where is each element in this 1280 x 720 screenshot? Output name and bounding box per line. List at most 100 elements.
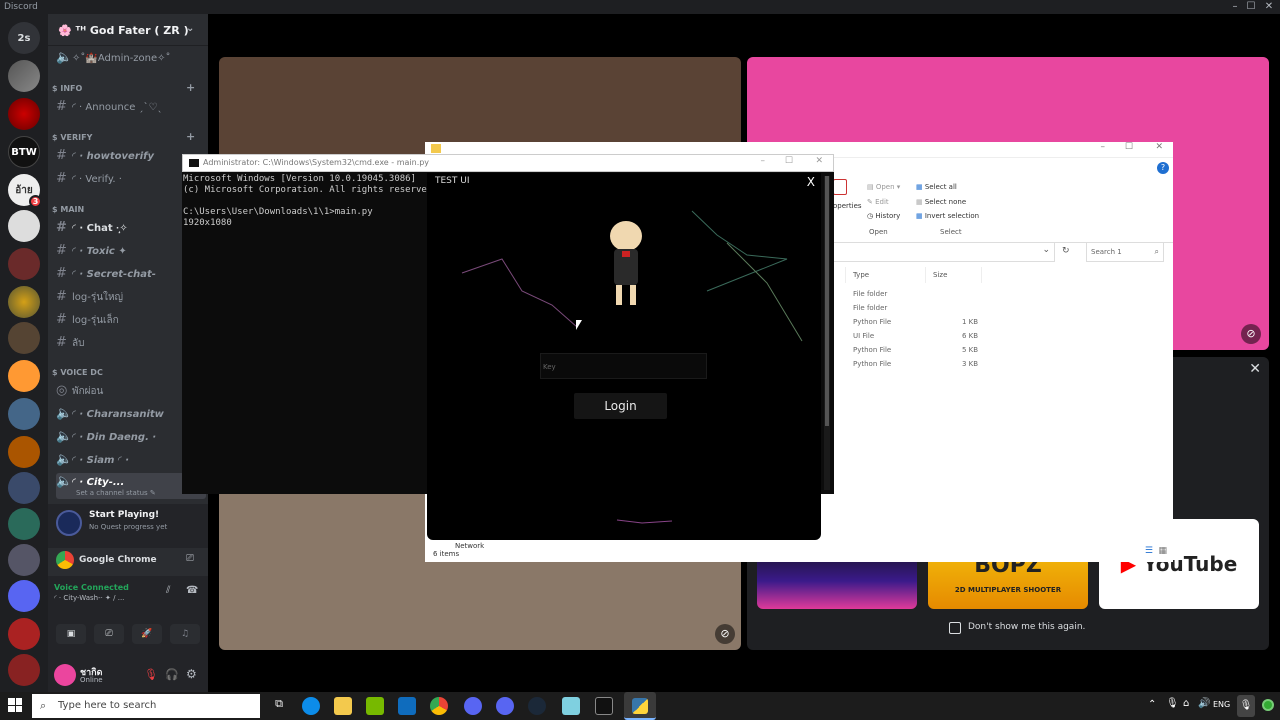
minimize-icon[interactable]: – <box>761 156 766 166</box>
microphone-icon[interactable]: 🎙 <box>1166 698 1179 709</box>
notification-icon[interactable] <box>1262 699 1274 711</box>
server-icon[interactable] <box>8 654 40 686</box>
volume-icon[interactable]: 🔊 <box>1198 698 1210 709</box>
discord-icon[interactable] <box>464 697 482 715</box>
invert-selection-button[interactable]: ▦ Invert selection <box>916 212 979 220</box>
category-info[interactable]: $ INFO + <box>52 81 195 94</box>
tiles-view-icon[interactable]: ▦ <box>1158 546 1167 556</box>
discord-icon[interactable] <box>496 697 514 715</box>
maximize-icon[interactable]: ☐ <box>1125 142 1133 152</box>
refresh-icon[interactable]: ↻ <box>1062 246 1070 256</box>
column-size[interactable]: Size <box>933 271 947 279</box>
avatar[interactable] <box>54 664 76 686</box>
category-main[interactable]: $ MAIN <box>52 205 84 214</box>
taskbar-search[interactable]: ⌕ Type here to search <box>32 694 260 718</box>
server-icon[interactable] <box>8 322 40 354</box>
file-row[interactable]: Python File 5 KB <box>853 346 1023 360</box>
server-icon[interactable] <box>8 618 40 650</box>
category-verify[interactable]: $ VERIFY + <box>52 130 195 143</box>
server-icon[interactable] <box>8 398 40 430</box>
channel-announce[interactable]: # ◜ · Announce ˏˋ♡ˎ <box>56 97 206 117</box>
maximize-icon[interactable]: ☐ <box>785 156 793 166</box>
server-icon[interactable] <box>8 472 40 504</box>
server-btw[interactable]: BTW <box>8 136 40 168</box>
channel-status-hint[interactable]: Set a channel status ✎ <box>76 488 156 498</box>
column-type[interactable]: Type <box>853 271 869 279</box>
outlook-icon[interactable] <box>398 697 416 715</box>
hide-stream-icon[interactable]: ⊘ <box>715 624 735 644</box>
steam-icon[interactable] <box>528 697 546 715</box>
dont-show-checkbox[interactable] <box>949 622 961 634</box>
server-icon[interactable] <box>8 360 40 392</box>
server-icon[interactable] <box>8 544 40 576</box>
server-icon[interactable] <box>8 508 40 540</box>
chrome-icon[interactable] <box>430 697 448 715</box>
network-icon[interactable]: ⌂ <box>1183 698 1189 709</box>
help-icon[interactable]: ? <box>1157 162 1169 174</box>
open-button[interactable]: ▤ Open ▾ <box>867 183 900 191</box>
server-2s[interactable]: 2s <box>8 22 40 54</box>
server-icon[interactable] <box>8 210 40 242</box>
file-row[interactable]: UI File 6 KB <box>853 332 1023 346</box>
history-button[interactable]: ◷ History <box>867 212 900 220</box>
guild-header[interactable]: 🌸 ᵀᴴ God Fater ( ZR ) ⌄ <box>48 14 208 46</box>
close-icon[interactable]: ✕ <box>815 156 823 166</box>
mic-active-icon[interactable]: 🎙 <box>1237 695 1255 717</box>
select-none-button[interactable]: ▦ Select none <box>916 198 966 206</box>
server-icon[interactable] <box>8 436 40 468</box>
server-icon[interactable] <box>8 286 40 318</box>
scrollbar[interactable] <box>824 176 830 490</box>
server-icon[interactable] <box>8 98 40 130</box>
disconnect-icon[interactable]: ☎ <box>186 585 198 596</box>
noise-suppression-icon[interactable]: ⫽ <box>166 585 170 596</box>
file-row[interactable]: File folder <box>853 304 1023 318</box>
hide-stream-icon[interactable]: ⊘ <box>1241 324 1261 344</box>
chevron-up-icon[interactable]: ⌃ <box>1148 699 1156 710</box>
properties-button[interactable]: operties <box>833 202 862 210</box>
mute-icon[interactable]: 🎙 <box>144 668 158 681</box>
edit-button[interactable]: ✎ Edit <box>867 198 889 206</box>
channel-admin[interactable]: 🔈✧˚🏰Admin-zone✧˚ <box>56 48 206 68</box>
close-icon[interactable]: ✕ <box>1155 142 1163 152</box>
voice-channel-name[interactable]: ◜ · City-Wash-· ✦ / ... <box>54 594 124 602</box>
details-view-icon[interactable]: ☰ <box>1145 546 1153 556</box>
login-button[interactable]: Login <box>574 393 667 419</box>
close-icon[interactable]: ✕ <box>1258 0 1280 14</box>
chevron-down-icon[interactable]: ⌄ <box>186 23 194 34</box>
edge-icon[interactable] <box>302 697 320 715</box>
soundboard-button[interactable]: ♫ <box>170 624 200 644</box>
chevron-down-icon[interactable]: ⌄ <box>1042 245 1050 255</box>
key-input[interactable]: Key <box>540 353 707 379</box>
language-indicator[interactable]: ENG <box>1213 700 1230 709</box>
camera-button[interactable]: ▣ <box>56 624 86 644</box>
python-app-icon[interactable] <box>624 692 656 720</box>
screen-share-icon[interactable]: ⎚ <box>186 553 194 564</box>
server-icon[interactable] <box>8 580 40 612</box>
quest-panel[interactable]: Start Playing! No Quest progress yet <box>48 504 208 548</box>
gear-icon[interactable]: ⚙ <box>186 667 197 681</box>
search-input[interactable]: Search 1 ⌕ <box>1086 242 1164 262</box>
server-icon[interactable]: อ้าย 3 <box>8 174 42 208</box>
app-icon[interactable] <box>562 697 580 715</box>
cmd-icon[interactable] <box>595 697 613 715</box>
start-button[interactable] <box>8 698 22 712</box>
close-icon[interactable]: ✕ <box>1249 361 1261 377</box>
file-explorer-icon[interactable] <box>334 697 352 715</box>
network-item[interactable]: Network <box>455 542 484 550</box>
scrollbar-thumb[interactable] <box>825 176 829 426</box>
server-icon[interactable] <box>8 60 40 92</box>
add-channel-icon[interactable]: + <box>186 81 195 94</box>
cmd-titlebar[interactable]: Administrator: C:\Windows\System32\cmd.e… <box>182 154 834 172</box>
address-bar[interactable]: ⌄ <box>833 242 1055 262</box>
category-voice[interactable]: $ VOICE DC <box>52 368 103 377</box>
nvidia-icon[interactable] <box>366 697 384 715</box>
deafen-icon[interactable]: 🎧 <box>165 668 179 681</box>
activity-row[interactable]: Google Chrome ⎚ <box>48 548 208 576</box>
task-view-icon[interactable]: ⧉ <box>270 697 288 715</box>
file-row[interactable]: File folder <box>853 290 1023 304</box>
select-all-button[interactable]: ▦ Select all <box>916 183 957 191</box>
server-icon[interactable] <box>8 248 40 280</box>
file-row[interactable]: Python File 1 KB <box>853 318 1023 332</box>
activity-button[interactable]: 🚀 <box>132 624 162 644</box>
file-row[interactable]: Python File 3 KB <box>853 360 1023 374</box>
